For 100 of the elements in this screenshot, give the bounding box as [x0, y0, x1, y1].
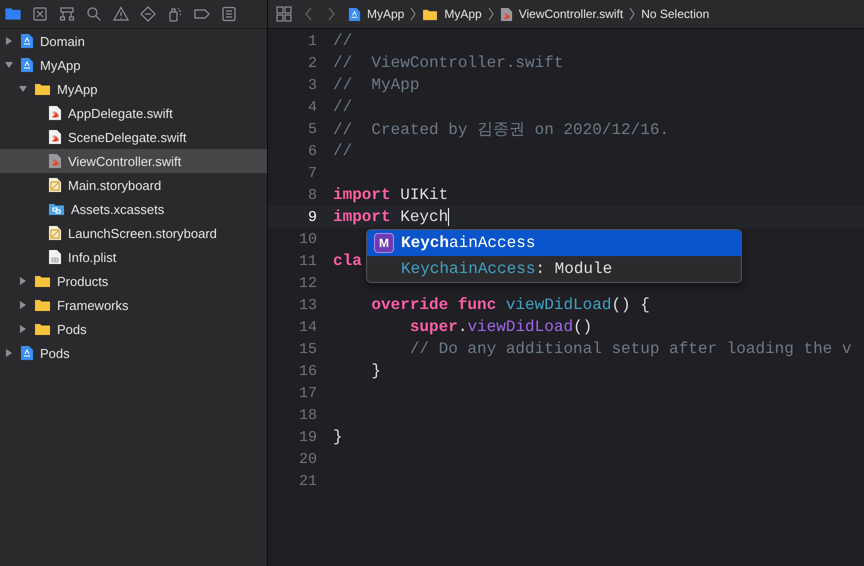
line-number: 5 — [306, 120, 317, 138]
tree-item[interactable]: Assets.xcassets — [0, 197, 267, 221]
code-token: // Do any additional setup after loading the v — [408, 340, 852, 358]
disclosure-triangle-icon[interactable] — [18, 324, 28, 334]
chevron-icon — [488, 7, 494, 21]
code-token: import — [333, 208, 391, 226]
tree-item[interactable]: MyApp — [0, 53, 267, 77]
disclosure-triangle-icon[interactable] — [18, 276, 28, 286]
project-icon — [20, 345, 34, 361]
line-number: 9 — [306, 208, 317, 226]
navigator-tab[interactable] — [32, 6, 48, 22]
line-number: 20 — [298, 450, 317, 468]
code-token: } — [333, 428, 343, 446]
disclosure-triangle-icon[interactable] — [4, 60, 14, 70]
breadcrumb-item[interactable]: ViewController.swift — [518, 7, 624, 21]
swift-file-icon — [500, 6, 513, 22]
breadcrumb-item[interactable]: No Selection — [641, 7, 710, 21]
plist-file-icon — [48, 249, 62, 265]
code-token: () { — [611, 296, 650, 314]
code-token: // — [333, 142, 352, 160]
tree-item[interactable]: LaunchScreen.storyboard — [0, 221, 267, 245]
line-number: 11 — [298, 252, 317, 270]
storyboard-file-icon — [48, 225, 62, 241]
navigator-tab[interactable] — [221, 6, 237, 22]
navigator-tab[interactable] — [167, 6, 183, 22]
code-token: cla — [333, 252, 362, 270]
navigator-tab[interactable] — [5, 6, 21, 22]
code-token: viewDidLoad — [504, 296, 612, 314]
module-badge: M — [374, 233, 394, 253]
grid-icon[interactable] — [276, 6, 292, 22]
storyboard-file-icon — [48, 177, 62, 193]
swift-file-icon — [48, 105, 62, 121]
code-token: Keych — [399, 208, 448, 226]
line-number: 2 — [306, 54, 317, 72]
code-token: viewDidLoad — [467, 318, 574, 336]
disclosure-triangle-icon[interactable] — [4, 36, 14, 46]
chevron-icon — [629, 7, 636, 21]
folder-icon — [34, 298, 51, 312]
swift-file-icon — [48, 153, 62, 169]
line-number: 16 — [298, 362, 317, 380]
folder-icon — [34, 82, 51, 96]
swift-file-icon — [48, 129, 62, 145]
folder-icon — [34, 274, 51, 288]
completion-item[interactable]: KeychainAccess: Module — [367, 256, 741, 282]
tree-item[interactable]: Main.storyboard — [0, 173, 267, 197]
navigator-tab[interactable] — [113, 6, 129, 22]
project-icon — [20, 33, 34, 49]
line-number: 14 — [298, 318, 317, 336]
line-number: 8 — [306, 186, 317, 204]
line-number: 15 — [298, 340, 317, 358]
folder-icon — [422, 8, 438, 20]
tree-item[interactable]: MyApp — [0, 77, 267, 101]
chevron-icon — [410, 7, 416, 21]
line-number: 13 — [298, 296, 317, 314]
line-number: 1 — [306, 32, 317, 50]
disclosure-triangle-icon[interactable] — [4, 348, 14, 358]
tree-item[interactable]: AppDelegate.swift — [0, 101, 267, 125]
completion-item[interactable]: M KeychainAccess — [367, 230, 741, 256]
navigator-tab[interactable] — [140, 6, 156, 22]
project-icon — [20, 57, 34, 73]
line-number: 19 — [298, 428, 317, 446]
tree-item[interactable]: SceneDelegate.swift — [0, 125, 267, 149]
tree-item[interactable]: Domain — [0, 29, 267, 53]
completion-detail: : Module — [535, 260, 612, 278]
tree-item[interactable]: Frameworks — [0, 293, 267, 317]
line-number: 12 — [298, 274, 317, 292]
code-token: import — [333, 186, 391, 204]
breadcrumb-item[interactable]: MyApp — [367, 7, 404, 21]
line-number: 17 — [298, 384, 317, 402]
line-number: 18 — [298, 406, 317, 424]
line-number: 7 — [306, 164, 317, 182]
navigator-tab[interactable] — [59, 6, 75, 22]
tree-item[interactable]: ViewController.swift — [0, 149, 267, 173]
tree-item[interactable]: Pods — [0, 341, 267, 365]
code-token: // — [333, 98, 352, 116]
line-number: 6 — [306, 142, 317, 160]
tree-item[interactable]: Info.plist — [0, 245, 267, 269]
text-cursor — [448, 208, 450, 226]
project-icon — [348, 6, 361, 22]
code-token: UIKit — [399, 186, 448, 204]
completion-label: KeychainAccess — [401, 234, 536, 252]
tree-item[interactable]: Pods — [0, 317, 267, 341]
line-number: 3 — [306, 76, 317, 94]
breadcrumb-item[interactable]: MyApp — [444, 7, 482, 21]
disclosure-triangle-icon[interactable] — [18, 300, 28, 310]
navigator-tab[interactable] — [86, 6, 102, 22]
folder-icon — [34, 322, 51, 336]
code-token: // — [333, 32, 352, 50]
disclosure-triangle-icon[interactable] — [18, 84, 28, 94]
line-number: 21 — [298, 472, 317, 490]
code-token: super — [408, 318, 458, 336]
code-token: () — [573, 318, 592, 336]
completion-label: KeychainAccess — [401, 260, 536, 278]
code-token: // MyApp — [333, 76, 420, 94]
code-token: } — [370, 362, 382, 380]
tree-item[interactable]: Products — [0, 269, 267, 293]
line-number: 10 — [298, 230, 317, 248]
assets-folder-icon — [48, 202, 65, 216]
code-token: // ViewController.swift — [333, 54, 564, 72]
code-token: . — [458, 318, 468, 336]
